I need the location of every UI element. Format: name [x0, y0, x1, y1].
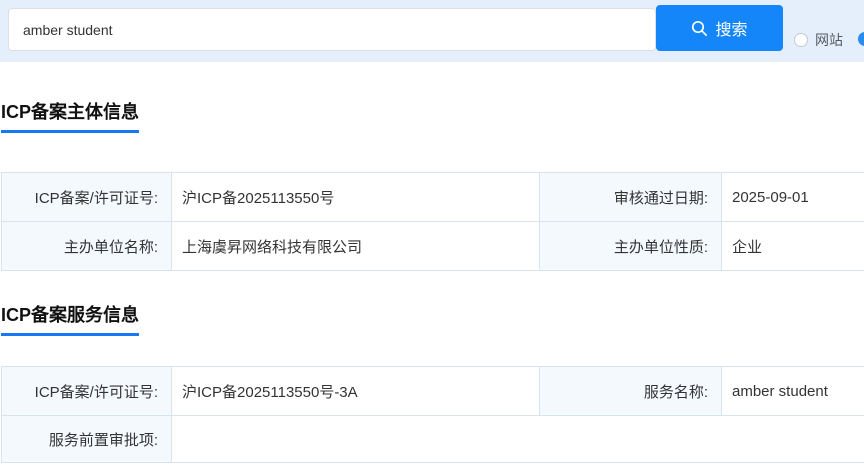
- label-pre-approval-item: 服务前置审批项:: [1, 415, 172, 463]
- search-button[interactable]: 搜索: [656, 5, 783, 51]
- search-icon: [691, 20, 708, 37]
- search-type-radio-website[interactable]: 网站: [794, 32, 843, 48]
- label-organizer-name: 主办单位名称:: [1, 221, 172, 271]
- table-row: ICP备案/许可证号: 沪ICP备2025113550号 审核通过日期: 202…: [1, 172, 864, 222]
- service-info-table: ICP备案/许可证号: 沪ICP备2025113550号-3A 服务名称: am…: [1, 366, 864, 463]
- value-service-icp-license: 沪ICP备2025113550号-3A: [171, 366, 540, 416]
- radio-website-label: 网站: [815, 32, 843, 48]
- value-organizer-name: 上海虞昇网络科技有限公司: [171, 221, 540, 271]
- label-service-icp-license: ICP备案/许可证号:: [1, 366, 172, 416]
- value-pre-approval-item: [171, 415, 864, 463]
- search-bar: 搜索 网站: [0, 0, 864, 62]
- table-row: ICP备案/许可证号: 沪ICP备2025113550号-3A 服务名称: am…: [1, 366, 864, 416]
- value-organizer-nature: 企业: [721, 221, 864, 271]
- label-service-name: 服务名称:: [539, 366, 722, 416]
- value-icp-license: 沪ICP备2025113550号: [171, 172, 540, 222]
- label-organizer-nature: 主办单位性质:: [539, 221, 722, 271]
- subject-info-table: ICP备案/许可证号: 沪ICP备2025113550号 审核通过日期: 202…: [1, 172, 864, 271]
- section-service-info: ICP备案服务信息: [1, 303, 864, 336]
- table-row: 服务前置审批项:: [1, 415, 864, 463]
- value-approval-date: 2025-09-01: [721, 172, 864, 222]
- radio-selected-icon[interactable]: [858, 32, 864, 46]
- icp-result-page: ICP备案主体信息 ICP备案/许可证号: 沪ICP备2025113550号 审…: [0, 100, 864, 463]
- radio-unselected-icon[interactable]: [794, 33, 808, 47]
- search-button-label: 搜索: [715, 22, 748, 39]
- section-subject-info: ICP备案主体信息: [1, 100, 864, 133]
- label-icp-license: ICP备案/许可证号:: [1, 172, 172, 222]
- label-approval-date: 审核通过日期:: [539, 172, 722, 222]
- section-title-service: ICP备案服务信息: [1, 303, 140, 336]
- table-row: 主办单位名称: 上海虞昇网络科技有限公司 主办单位性质: 企业: [1, 221, 864, 271]
- search-input[interactable]: [8, 8, 656, 51]
- value-service-name: amber student: [721, 366, 864, 416]
- section-title-subject: ICP备案主体信息: [1, 100, 140, 133]
